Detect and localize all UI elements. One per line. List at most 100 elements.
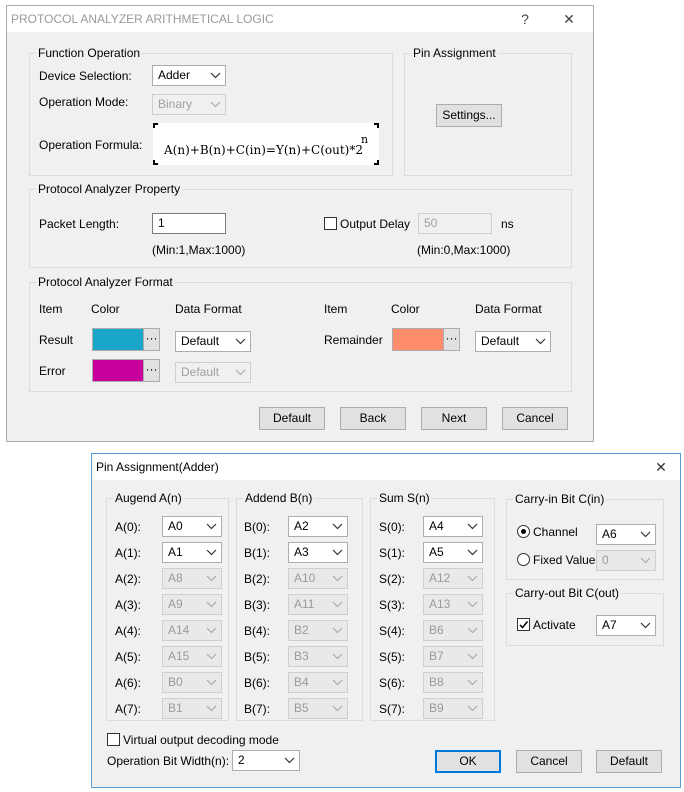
augend-pin-select[interactable]: A14 bbox=[162, 620, 222, 641]
operation-formula: A(n)+B(n)+C(in)=Y(n)+C(out)*2 bbox=[164, 143, 363, 157]
addend-pin-select[interactable]: B4 bbox=[288, 672, 348, 693]
chevron-down-icon bbox=[640, 557, 651, 564]
addend-pin-label: B(1): bbox=[244, 546, 271, 560]
pin-value: A9 bbox=[168, 597, 183, 611]
augend-pin-select[interactable]: B0 bbox=[162, 672, 222, 693]
augend-pin-label: A(0): bbox=[115, 520, 142, 534]
result-format-select[interactable]: Default bbox=[175, 331, 251, 352]
addend-pin-select[interactable]: B2 bbox=[288, 620, 348, 641]
fixed-value-value: 0 bbox=[602, 553, 609, 567]
augend-pin-select[interactable]: A15 bbox=[162, 646, 222, 667]
pin-assignment-dialog: Pin Assignment(Adder) ✕ Augend A(n) Adde… bbox=[91, 453, 681, 788]
pin-value: A10 bbox=[294, 571, 316, 585]
error-color-picker[interactable]: ··· bbox=[92, 359, 160, 382]
result-format-value: Default bbox=[181, 334, 220, 348]
bit-width-select[interactable]: 2 bbox=[232, 750, 300, 771]
remainder-label: Remainder bbox=[324, 333, 383, 347]
remainder-color-picker[interactable]: ··· bbox=[392, 328, 460, 351]
augend-pin-select[interactable]: A9 bbox=[162, 594, 222, 615]
chevron-down-icon bbox=[535, 338, 546, 345]
augend-pin-label: A(2): bbox=[115, 572, 142, 586]
chevron-down-icon bbox=[206, 653, 217, 660]
pin-value: A12 bbox=[429, 571, 451, 585]
addend-pin-select[interactable]: A2 bbox=[288, 516, 348, 537]
default-button[interactable]: Default bbox=[259, 407, 325, 430]
sum-pin-select[interactable]: A12 bbox=[423, 568, 483, 589]
device-selection-select[interactable]: Adder bbox=[152, 65, 226, 86]
pin-value: A5 bbox=[429, 545, 444, 559]
sum-pin-label: S(1): bbox=[379, 546, 406, 560]
error-color-swatch bbox=[93, 360, 143, 381]
sum-pin-select[interactable]: B8 bbox=[423, 672, 483, 693]
chevron-down-icon bbox=[467, 705, 478, 712]
operation-formula-box: A(n)+B(n)+C(in)=Y(n)+C(out)*2 n bbox=[153, 123, 379, 165]
fixed-value-select[interactable]: 0 bbox=[596, 550, 656, 571]
sum-pin-select[interactable]: B7 bbox=[423, 646, 483, 667]
fixed-value-radio[interactable] bbox=[517, 553, 530, 566]
operation-mode-label: Operation Mode: bbox=[39, 95, 129, 109]
result-color-picker[interactable]: ··· bbox=[92, 328, 160, 351]
sum-pin-select[interactable]: B6 bbox=[423, 620, 483, 641]
cancel-button[interactable]: Cancel bbox=[516, 750, 582, 773]
sum-pin-select[interactable]: A13 bbox=[423, 594, 483, 615]
pin-value: B7 bbox=[429, 649, 444, 663]
chevron-down-icon bbox=[640, 531, 651, 538]
col-data-format-header: Data Format bbox=[175, 302, 242, 316]
augend-pin-label: A(1): bbox=[115, 546, 142, 560]
chevron-down-icon bbox=[206, 523, 217, 530]
more-icon[interactable]: ··· bbox=[443, 329, 459, 350]
error-format-select[interactable]: Default bbox=[175, 362, 251, 383]
augend-pin-select[interactable]: A1 bbox=[162, 542, 222, 563]
more-icon[interactable]: ··· bbox=[143, 329, 159, 350]
pin-value: A14 bbox=[168, 623, 190, 637]
channel-select[interactable]: A6 bbox=[596, 524, 656, 545]
pin-value: B3 bbox=[294, 649, 309, 663]
settings-button[interactable]: Settings... bbox=[436, 104, 502, 127]
addend-pin-select[interactable]: A3 bbox=[288, 542, 348, 563]
cancel-button[interactable]: Cancel bbox=[502, 407, 568, 430]
chevron-down-icon bbox=[206, 627, 217, 634]
output-delay-input[interactable]: 50 bbox=[418, 213, 492, 234]
addend-pin-select[interactable]: A10 bbox=[288, 568, 348, 589]
bit-width-value: 2 bbox=[238, 753, 245, 767]
close-icon[interactable]: ✕ bbox=[651, 458, 671, 476]
addend-pin-select[interactable]: B3 bbox=[288, 646, 348, 667]
packet-length-range: (Min:1,Max:1000) bbox=[152, 243, 246, 257]
result-label: Result bbox=[39, 333, 74, 347]
activate-checkbox[interactable] bbox=[517, 618, 530, 631]
ok-button[interactable]: OK bbox=[435, 750, 501, 773]
addend-pin-select[interactable]: B5 bbox=[288, 698, 348, 719]
pin-value: A2 bbox=[294, 519, 309, 533]
title-bar: Pin Assignment(Adder) ✕ bbox=[92, 454, 680, 480]
dialog-title: Pin Assignment(Adder) bbox=[96, 460, 219, 474]
augend-pin-select[interactable]: B1 bbox=[162, 698, 222, 719]
augend-pin-select[interactable]: A8 bbox=[162, 568, 222, 589]
next-button[interactable]: Next bbox=[421, 407, 487, 430]
augend-pin-select[interactable]: A0 bbox=[162, 516, 222, 537]
device-selection-value: Adder bbox=[158, 68, 191, 82]
help-icon[interactable]: ? bbox=[515, 10, 535, 28]
pin-value: A1 bbox=[168, 545, 183, 559]
channel-radio[interactable] bbox=[517, 525, 530, 538]
group-label: Carry-in Bit C(in) bbox=[513, 492, 607, 506]
back-button[interactable]: Back bbox=[340, 407, 406, 430]
operation-mode-select[interactable]: Binary bbox=[152, 94, 226, 115]
chevron-down-icon bbox=[467, 627, 478, 634]
chevron-down-icon bbox=[206, 601, 217, 608]
default-button[interactable]: Default bbox=[596, 750, 662, 773]
error-format-value: Default bbox=[181, 365, 220, 379]
pin-value: A0 bbox=[168, 519, 183, 533]
sum-pin-select[interactable]: A5 bbox=[423, 542, 483, 563]
virtual-output-checkbox[interactable] bbox=[107, 733, 120, 746]
remainder-format-select[interactable]: Default bbox=[475, 331, 551, 352]
output-delay-checkbox[interactable] bbox=[324, 217, 337, 230]
close-icon[interactable]: ✕ bbox=[559, 10, 579, 28]
pin-value: A3 bbox=[294, 545, 309, 559]
sum-pin-select[interactable]: A4 bbox=[423, 516, 483, 537]
activate-select[interactable]: A7 bbox=[596, 615, 656, 636]
addend-pin-select[interactable]: A11 bbox=[288, 594, 348, 615]
sum-pin-select[interactable]: B9 bbox=[423, 698, 483, 719]
packet-length-input[interactable]: 1 bbox=[152, 213, 226, 234]
sum-pin-label: S(6): bbox=[379, 676, 406, 690]
more-icon[interactable]: ··· bbox=[143, 360, 159, 381]
